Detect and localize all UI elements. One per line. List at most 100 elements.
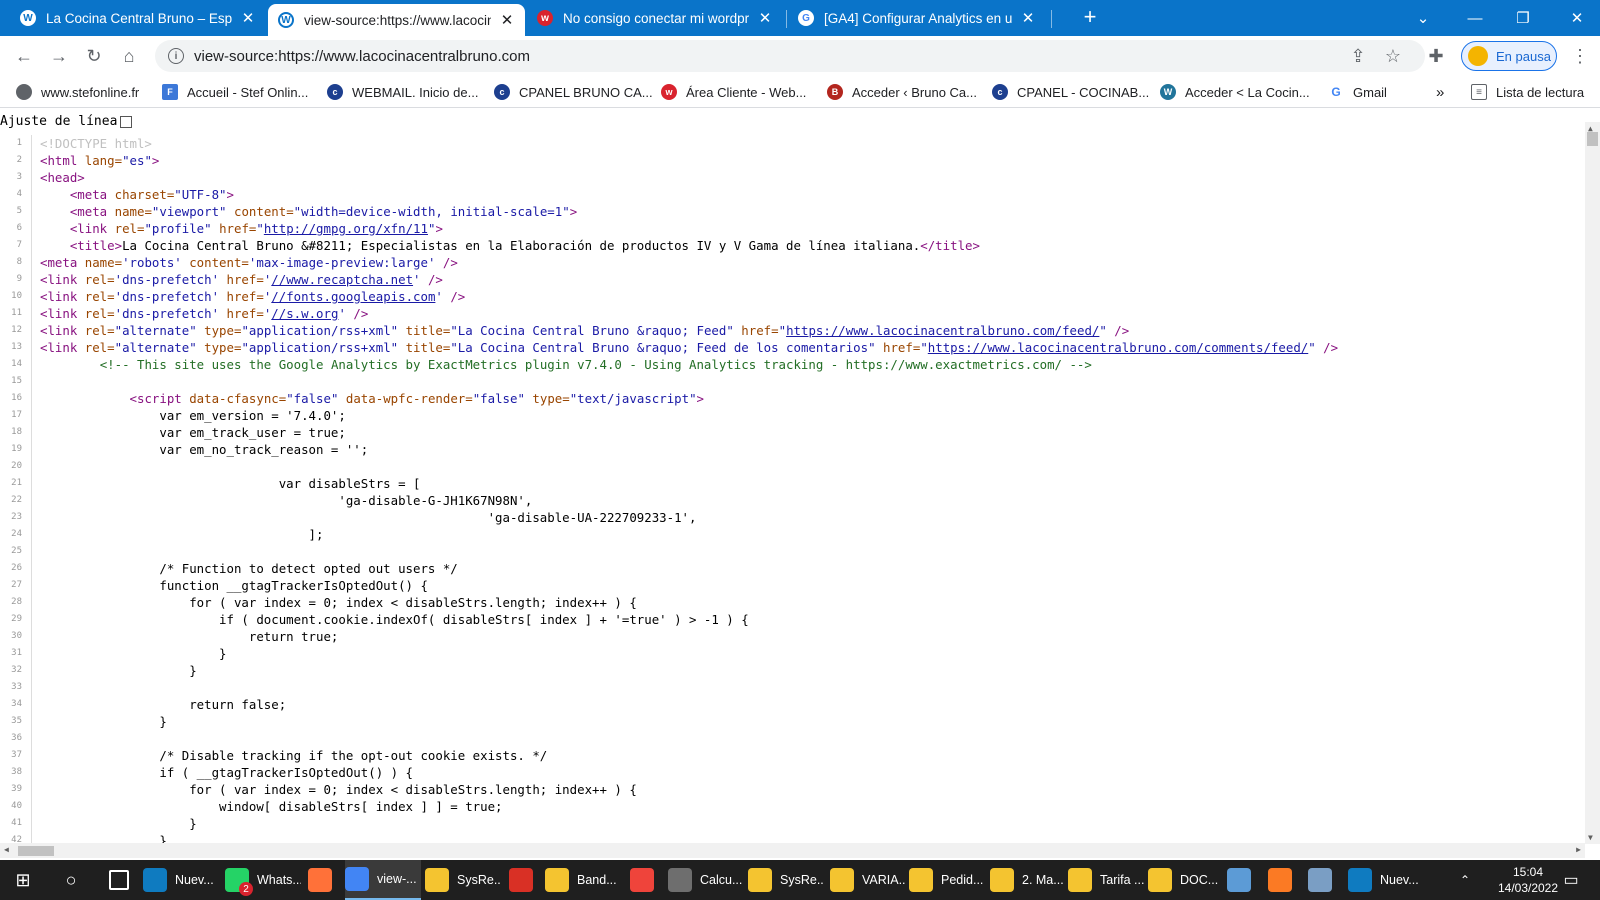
- bookmark-star-icon[interactable]: ☆: [1379, 42, 1407, 70]
- source-link[interactable]: //fonts.googleapis.com: [271, 289, 435, 304]
- source-line: 3 <head>: [0, 169, 1585, 186]
- reload-icon[interactable]: ↻: [80, 42, 108, 70]
- line-content: var disableStrs = [: [32, 475, 421, 492]
- reading-list-label: Lista de lectura: [1496, 84, 1585, 100]
- source-line: 12 <link rel="alternate" type="applicatio…: [0, 322, 1585, 339]
- task-view-icon[interactable]: [105, 860, 133, 900]
- tab-search-chevron-icon[interactable]: ⌄: [1400, 0, 1446, 36]
- tab-view-source[interactable]: W view-source:https://www.lacocinacentra…: [268, 4, 525, 36]
- source-link[interactable]: http://gmpg.org/xfn/11: [264, 221, 428, 236]
- bookmark-stefonline[interactable]: www.stefonline.fr: [16, 82, 139, 102]
- forward-arrow-icon[interactable]: →: [45, 42, 73, 70]
- vertical-scrollbar[interactable]: ▲ ▼: [1585, 122, 1600, 844]
- restore-icon[interactable]: ❐: [1500, 0, 1546, 36]
- bookmark-cpanel-bruno[interactable]: c CPANEL BRUNO CA...: [494, 82, 653, 102]
- scroll-right-arrow-icon[interactable]: ▶: [1576, 845, 1581, 854]
- tray-chevron-icon[interactable]: ⌃: [1456, 860, 1474, 900]
- bookmark-cpanel-cocinab[interactable]: c CPANEL - COCINAB...: [992, 82, 1149, 102]
- code-token: "viewport": [151, 204, 234, 219]
- bookmark-gmail[interactable]: G Gmail: [1328, 82, 1387, 102]
- taskbar-app-outlook[interactable]: Nuev...: [1348, 860, 1424, 900]
- bookmark-acceder-cocina[interactable]: W Acceder < La Cocin...: [1160, 82, 1310, 102]
- line-content: <link rel='dns-prefetch' href= '//fonts.g…: [32, 288, 465, 305]
- close-icon[interactable]: ✕: [757, 9, 773, 27]
- code-token: "UTF-8": [174, 187, 227, 202]
- system-clock[interactable]: 15:04 14/03/2022: [1488, 864, 1568, 896]
- taskbar-app-firefox[interactable]: [308, 860, 336, 900]
- minimize-icon[interactable]: —: [1452, 0, 1498, 36]
- bookmark-acceder-bruno[interactable]: B Acceder ‹ Bruno Ca...: [827, 82, 977, 102]
- line-content: [32, 543, 40, 560]
- taskbar-app-sysre[interactable]: SysRe...: [748, 860, 824, 900]
- bookmarks-overflow-chevron[interactable]: »: [1436, 82, 1444, 102]
- taskbar-app-calculator[interactable]: Calcu...: [668, 860, 744, 900]
- source-link[interactable]: https://www.lacocinacentralbruno.com/fee…: [786, 323, 1099, 338]
- bookmark-webmail[interactable]: c WEBMAIL. Inicio de...: [327, 82, 478, 102]
- taskbar-app-label: DOC...: [1180, 873, 1219, 887]
- code-token: ": [920, 340, 928, 355]
- code-token: title=: [405, 340, 451, 355]
- taskbar-app-anydesk[interactable]: [630, 860, 658, 900]
- source-link[interactable]: https://www.lacocinacentralbruno.com/com…: [928, 340, 1308, 355]
- line-number: 2: [16, 155, 22, 165]
- taskbar-app-label: Nuev...: [1380, 873, 1419, 887]
- reading-list-button[interactable]: ≡ Lista de lectura: [1471, 82, 1584, 102]
- taskbar-app-app[interactable]: [1308, 860, 1336, 900]
- bookmark-stef-online[interactable]: F Accueil - Stef Onlin...: [162, 82, 308, 102]
- line-content: <link rel='dns-prefetch' href= '//s.w.org…: [32, 305, 368, 322]
- taskbar-app-folder[interactable]: VARIA...: [830, 860, 906, 900]
- source-line: 21 var disableStrs = [: [0, 475, 1585, 492]
- scroll-down-arrow-icon[interactable]: ▼: [1588, 833, 1593, 842]
- taskbar-app-mail[interactable]: Band...: [545, 860, 621, 900]
- taskbar-app-edge[interactable]: Nuev...: [143, 860, 219, 900]
- line-content: /* Disable tracking if the opt-out cooki…: [32, 747, 547, 764]
- close-icon[interactable]: ✕: [499, 11, 515, 29]
- taskbar-app-folder[interactable]: DOC...: [1148, 860, 1220, 900]
- code-token: function __gtagTrackerIsOptedOut() {: [40, 578, 428, 593]
- extensions-puzzle-icon[interactable]: ✚: [1422, 42, 1450, 70]
- notifications-icon[interactable]: ▭: [1560, 860, 1582, 900]
- taskbar-app-paint[interactable]: [1227, 860, 1255, 900]
- share-icon[interactable]: ⇪: [1344, 42, 1372, 70]
- horizontal-scrollbar[interactable]: ◀ ▶: [0, 843, 1585, 858]
- window-close-icon[interactable]: ✕: [1554, 0, 1600, 36]
- taskbar-app-folder[interactable]: Pedid...: [909, 860, 985, 900]
- tab-wordpress-help[interactable]: w No consigo conectar mi wordpress ✕: [527, 0, 783, 36]
- taskbar-app-xampp[interactable]: [1268, 860, 1296, 900]
- code-token: name=: [114, 204, 152, 219]
- taskbar-app-pdf[interactable]: [509, 860, 537, 900]
- new-tab-button[interactable]: +: [1078, 6, 1102, 30]
- line-number: 14: [11, 359, 22, 369]
- home-icon[interactable]: ⌂: [115, 42, 143, 70]
- line-wrap-checkbox[interactable]: [120, 115, 133, 128]
- taskbar-app-chrome[interactable]: view-...: [345, 860, 421, 900]
- taskbar-app-folder[interactable]: Tarifa ...: [1068, 860, 1144, 900]
- tab-divider: [786, 10, 787, 28]
- scroll-left-arrow-icon[interactable]: ◀: [4, 845, 9, 854]
- taskbar-app-whatsapp[interactable]: Whats... 2: [225, 860, 301, 900]
- mail-icon: [545, 868, 569, 892]
- taskbar-app-folder[interactable]: 2. Ma...: [990, 860, 1066, 900]
- tab-ga4[interactable]: G [GA4] Configurar Analytics en un sitio…: [788, 0, 1046, 36]
- tab-la-cocina[interactable]: W La Cocina Central Bruno – Especialista…: [10, 0, 266, 36]
- back-arrow-icon[interactable]: ←: [10, 42, 38, 70]
- address-bar[interactable]: i view-source:https://www.lacocinacentra…: [155, 40, 1425, 72]
- line-content: }: [32, 815, 196, 832]
- profile-button[interactable]: En pausa: [1461, 41, 1557, 71]
- address-url[interactable]: view-source:https://www.lacocinacentralb…: [194, 48, 530, 65]
- code-token: <meta: [69, 187, 115, 202]
- taskbar-app-sysre[interactable]: SysRe...: [425, 860, 501, 900]
- bookmark-area-cliente[interactable]: w Área Cliente - Web...: [661, 82, 806, 102]
- vertical-scroll-thumb[interactable]: [1587, 132, 1598, 146]
- windows-start-icon[interactable]: ⊞: [12, 860, 34, 900]
- code-token: }: [40, 646, 227, 661]
- horizontal-scroll-thumb[interactable]: [18, 846, 54, 856]
- close-icon[interactable]: ✕: [1020, 9, 1036, 27]
- source-link[interactable]: //www.recaptcha.net: [271, 272, 413, 287]
- menu-dots-icon[interactable]: ⋮: [1566, 42, 1594, 70]
- source-link[interactable]: //s.w.org: [271, 306, 338, 321]
- line-content: <link rel="alternate" type="application/…: [32, 339, 1338, 356]
- close-icon[interactable]: ✕: [240, 9, 256, 27]
- info-icon[interactable]: i: [168, 48, 184, 64]
- search-circle-icon[interactable]: ○: [60, 860, 82, 900]
